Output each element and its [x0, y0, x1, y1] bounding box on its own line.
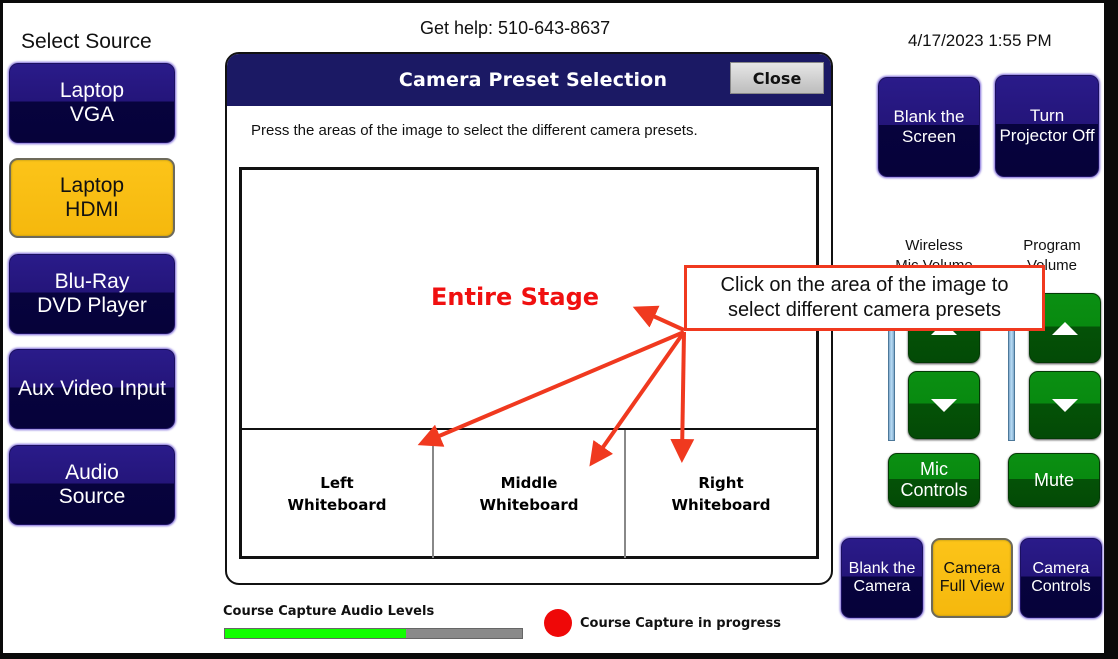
button-label: Source — [58, 485, 126, 508]
preset-middle-whiteboard[interactable]: Middle Whiteboard — [432, 430, 624, 558]
button-label: Projector Off — [999, 126, 1095, 145]
label-line: Wireless — [905, 237, 963, 254]
button-label: Camera — [853, 578, 911, 595]
button-label: Controls — [1031, 578, 1091, 595]
preset-label: Left — [320, 473, 354, 492]
camera-controls-button[interactable]: Camera Controls — [1020, 538, 1102, 618]
button-label: Blank the — [893, 107, 965, 127]
program-volume-down-button[interactable] — [1029, 371, 1101, 439]
preset-right-whiteboard[interactable]: Right Whiteboard — [624, 430, 816, 558]
datetime-text: 4/17/2023 1:55 PM — [908, 31, 1052, 50]
button-label: Full View — [939, 578, 1005, 595]
recording-indicator-icon — [544, 609, 572, 637]
source-aux-video-button[interactable]: Aux Video Input — [9, 349, 175, 429]
select-source-title: Select Source — [21, 30, 152, 53]
button-label: Mic — [920, 459, 948, 480]
blank-camera-button[interactable]: Blank the Camera — [841, 538, 923, 618]
projector-off-button[interactable]: Turn Projector Off — [995, 75, 1099, 177]
preset-label: Middle — [500, 473, 558, 492]
capture-status-text: Course Capture in progress — [580, 616, 781, 631]
camera-full-view-button[interactable]: Camera Full View — [931, 538, 1013, 618]
callout-line: Click on the area of the image to — [720, 274, 1009, 296]
button-label: Camera — [1032, 559, 1090, 577]
mic-volume-down-button[interactable] — [908, 371, 980, 439]
source-bluray-dvd-button[interactable]: Blu-Ray DVD Player — [9, 254, 175, 334]
callout-line: select different camera presets — [727, 299, 1002, 321]
button-label: Camera — [943, 559, 1001, 577]
audio-level-meter — [224, 628, 523, 639]
arrow-down-icon — [1052, 398, 1078, 412]
mic-controls-button[interactable]: Mic Controls — [888, 453, 980, 507]
entire-stage-label[interactable]: Entire Stage — [431, 283, 599, 311]
preset-label: Whiteboard — [479, 496, 579, 514]
button-label: Turn — [1029, 106, 1065, 126]
annotation-callout: Click on the area of the image to select … — [684, 265, 1045, 331]
button-label: Controls — [900, 480, 968, 500]
button-label: Aux Video Input — [18, 376, 166, 400]
mute-button[interactable]: Mute — [1008, 453, 1100, 507]
arrow-up-icon — [1052, 321, 1078, 335]
button-label: Mute — [1033, 469, 1075, 490]
button-label: DVD Player — [37, 294, 147, 317]
preset-label: Right — [698, 473, 744, 492]
preset-label: Whiteboard — [671, 496, 771, 514]
blank-screen-button[interactable]: Blank the Screen — [878, 77, 980, 177]
preset-label: Whiteboard — [287, 496, 387, 514]
audio-levels-label: Course Capture Audio Levels — [223, 604, 435, 619]
preset-left-whiteboard[interactable]: Left Whiteboard — [242, 430, 432, 558]
arrow-down-icon — [931, 398, 957, 412]
button-label: Blu-Ray — [54, 269, 130, 293]
camera-preset-image: Left Whiteboard Middle Whiteboard Right Whi… — [239, 167, 819, 559]
button-label: Audio — [65, 460, 119, 484]
modal-instruction: Press the areas of the image to select t… — [251, 122, 698, 139]
audio-level-fill — [225, 629, 407, 638]
button-label: Screen — [902, 127, 956, 146]
source-laptop-vga-button[interactable]: Laptop VGA — [9, 63, 175, 143]
source-laptop-hdmi-button[interactable]: Laptop HDMI — [9, 158, 175, 238]
button-label: HDMI — [65, 198, 119, 221]
button-label: Laptop — [59, 173, 125, 197]
button-label: Laptop — [59, 78, 125, 102]
label-line: Program — [1023, 237, 1081, 254]
source-audio-button[interactable]: Audio Source — [9, 445, 175, 525]
help-phone-text: Get help: 510-643-8637 — [420, 18, 611, 38]
whiteboard-row: Left Whiteboard Middle Whiteboard Right Whi… — [242, 428, 816, 558]
close-button[interactable]: Close — [730, 62, 824, 94]
button-label: Blank the — [848, 559, 916, 577]
button-label: VGA — [69, 103, 115, 126]
